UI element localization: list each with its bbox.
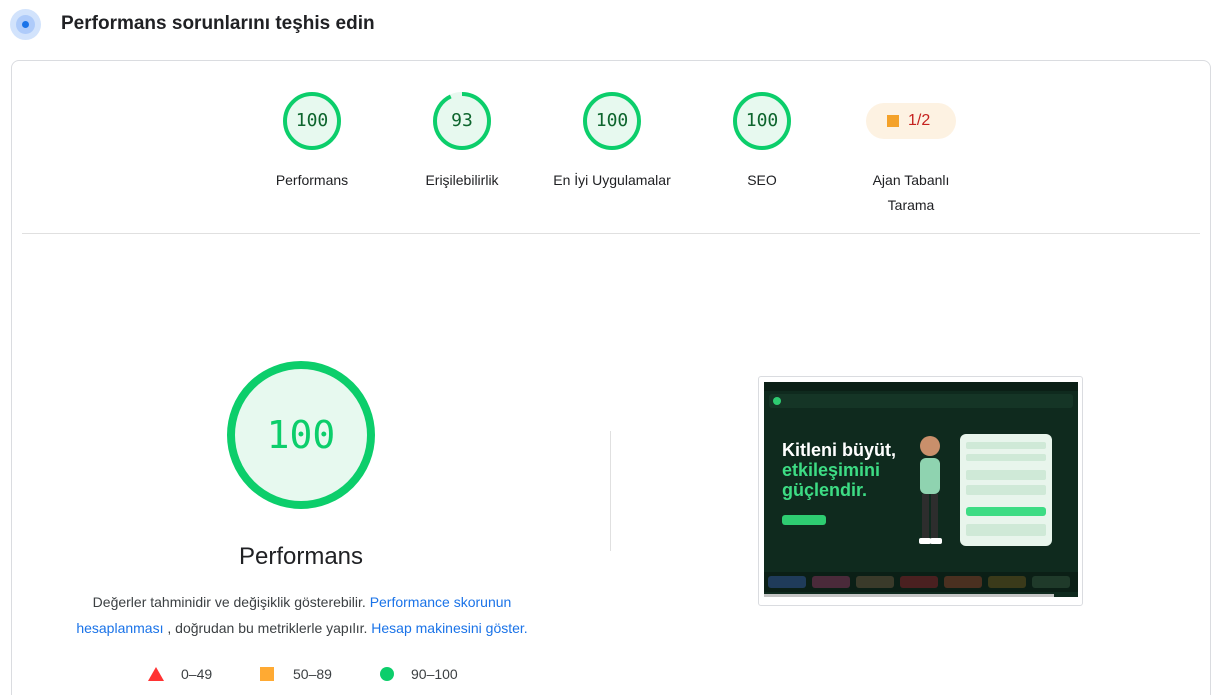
heading-line1: Kitleni büyüt, (782, 440, 896, 460)
heading-line2: etkileşimini (782, 460, 881, 480)
average-square-icon (887, 115, 899, 127)
gauge-label: Erişilebilirlik (425, 172, 499, 188)
page-header: Performans sorunlarını teşhis edin (0, 0, 1212, 50)
page-title: Performans sorunlarını teşhis edin (61, 13, 375, 34)
panel-row (966, 524, 1046, 536)
panel-row (966, 442, 1046, 449)
platform-chip (944, 576, 982, 588)
heading-line3: güçlendir. (782, 480, 868, 500)
gauge-label: En İyi Uygulamalar (553, 172, 671, 188)
screenshot-platform-bar (764, 572, 1078, 592)
agent-scan-value: 1/2 (908, 112, 931, 129)
desc-text-1: Değerler tahminidir ve değişiklik göster… (92, 594, 370, 610)
page-screenshot[interactable]: Kitleni büyüt, etkileşimini güçlendir. (758, 376, 1083, 606)
agent-scan-label: Ajan Tabanlı Tarama (836, 168, 986, 218)
screenshot-navbar (769, 394, 1073, 408)
platform-chip (812, 576, 850, 588)
panel-row (966, 454, 1046, 461)
legend-range: 50–89 (293, 666, 332, 682)
average-square-icon (260, 667, 274, 681)
platform-chip (856, 576, 894, 588)
screenshot-cta-button (782, 515, 826, 525)
character-illustration (919, 436, 942, 544)
performance-title: Performans (238, 543, 364, 570)
panel-row (966, 470, 1046, 480)
pass-circle-icon (380, 667, 394, 681)
gauge-score: 93 (451, 110, 473, 131)
calculator-link[interactable]: Hesap makinesini göster. (371, 620, 527, 636)
vertical-divider (610, 431, 611, 551)
screenshot-scrollbar (764, 594, 1054, 597)
agent-scan-badge[interactable]: 1/2 (866, 103, 956, 139)
report-card: 100 Performans 93 Erişilebilirlik 100 En… (11, 60, 1211, 695)
platform-chip (1032, 576, 1070, 588)
screenshot-content: Kitleni büyüt, etkileşimini güçlendir. (764, 382, 1078, 597)
panel-button (966, 507, 1046, 516)
performance-score: 100 (266, 413, 336, 457)
gauge-label: SEO (747, 172, 777, 188)
gauge-label: Performans (275, 172, 349, 188)
desc-text-2: , doğrudan bu metriklerle yapılır. (163, 620, 372, 636)
fail-triangle-icon (148, 667, 164, 681)
gauge-score: 100 (745, 110, 779, 131)
lighthouse-icon (10, 9, 41, 40)
platform-chip (988, 576, 1026, 588)
platform-chip (768, 576, 806, 588)
agent-label-line1: Ajan Tabanlı (872, 172, 950, 188)
screenshot-pricing-panel (960, 434, 1052, 546)
divider (22, 233, 1200, 234)
screenshot-heading: Kitleni büyüt, etkileşimini güçlendir. (782, 440, 896, 500)
legend-range: 90–100 (411, 666, 458, 682)
panel-row (966, 485, 1046, 495)
score-description: Değerler tahminidir ve değişiklik göster… (52, 589, 552, 641)
gauge-score: 100 (295, 110, 329, 131)
site-logo-icon (773, 397, 781, 405)
agent-label-line2: Tarama (887, 197, 935, 213)
score-gauges: 100 Performans 93 Erişilebilirlik 100 En… (12, 61, 1210, 233)
gauge-score: 100 (595, 110, 629, 131)
platform-chip (900, 576, 938, 588)
legend-range: 0–49 (181, 666, 213, 682)
screenshot-topbar (764, 382, 1078, 391)
